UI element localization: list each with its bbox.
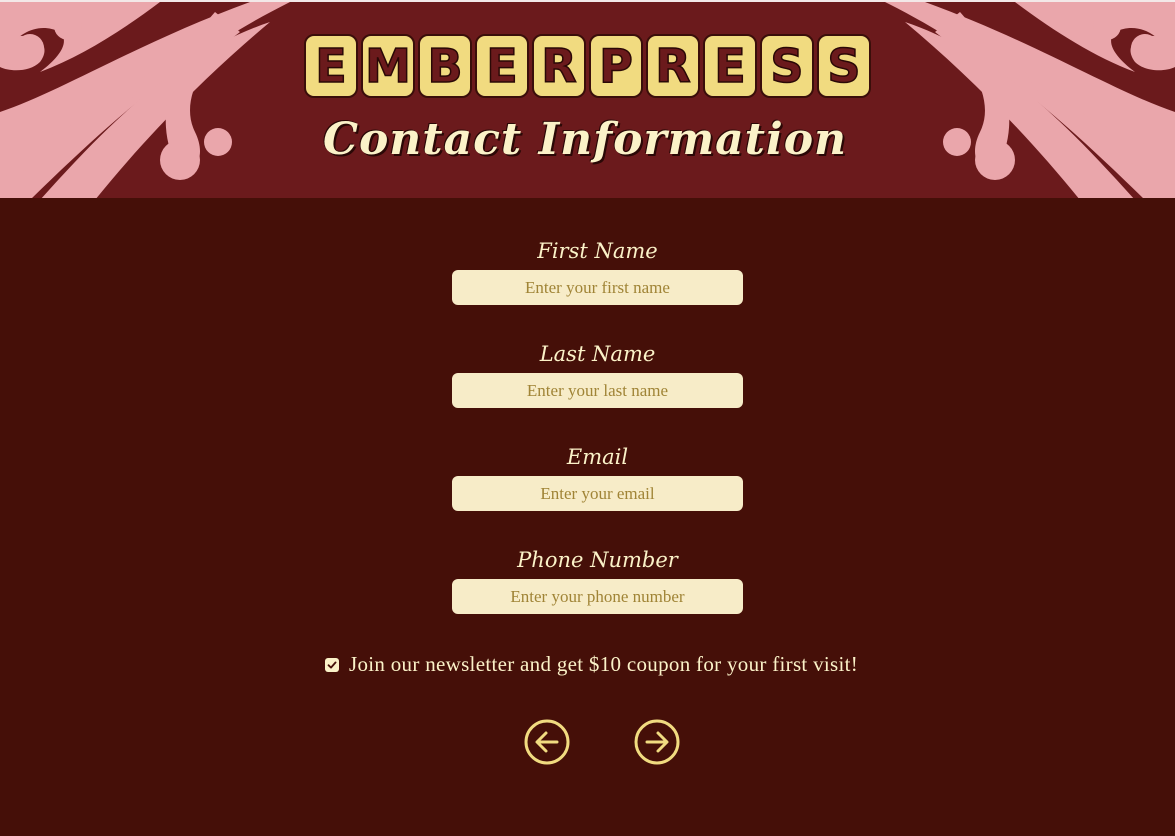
logo-letter-tile: E [304, 34, 358, 98]
logo-letter-tile: S [817, 34, 871, 98]
ornament-swirl-left [0, 2, 290, 198]
newsletter-checkbox[interactable] [325, 657, 339, 672]
logo-letter-tile: R [532, 34, 586, 98]
logo-letter-tile: E [703, 34, 757, 98]
brand-logo: E M B E R P R E S S [304, 34, 874, 98]
phone-number-field: Phone Number [452, 545, 743, 614]
back-button[interactable] [524, 719, 570, 765]
logo-letter-tile: P [589, 34, 643, 98]
email-label: Email [566, 445, 629, 469]
next-button[interactable] [634, 719, 680, 765]
checkmark-icon [327, 661, 337, 668]
phone-number-input[interactable] [452, 579, 743, 614]
newsletter-label: Join our newsletter and get $10 coupon f… [349, 652, 859, 676]
logo-letter-tile: R [646, 34, 700, 98]
last-name-field: Last Name [452, 339, 743, 408]
first-name-label: First Name [537, 239, 658, 263]
first-name-input[interactable] [452, 270, 743, 305]
ornament-swirl-right [885, 2, 1175, 198]
last-name-label: Last Name [539, 342, 656, 366]
last-name-input[interactable] [452, 373, 743, 408]
arrow-right-circle-icon [634, 719, 680, 765]
phone-number-label: Phone Number [517, 548, 678, 572]
page-title: Contact Information [322, 114, 848, 165]
newsletter-option: Join our newsletter and get $10 coupon f… [325, 652, 858, 677]
first-name-field: First Name [452, 236, 743, 305]
header-banner: E M B E R P R E S S Contact Information [0, 0, 1175, 198]
email-field: Email [452, 442, 743, 511]
logo-letter-tile: B [418, 34, 472, 98]
logo-letter-tile: S [760, 34, 814, 98]
logo-letter-tile: E [475, 34, 529, 98]
arrow-left-circle-icon [524, 719, 570, 765]
email-input[interactable] [452, 476, 743, 511]
logo-letter-tile: M [361, 34, 415, 98]
